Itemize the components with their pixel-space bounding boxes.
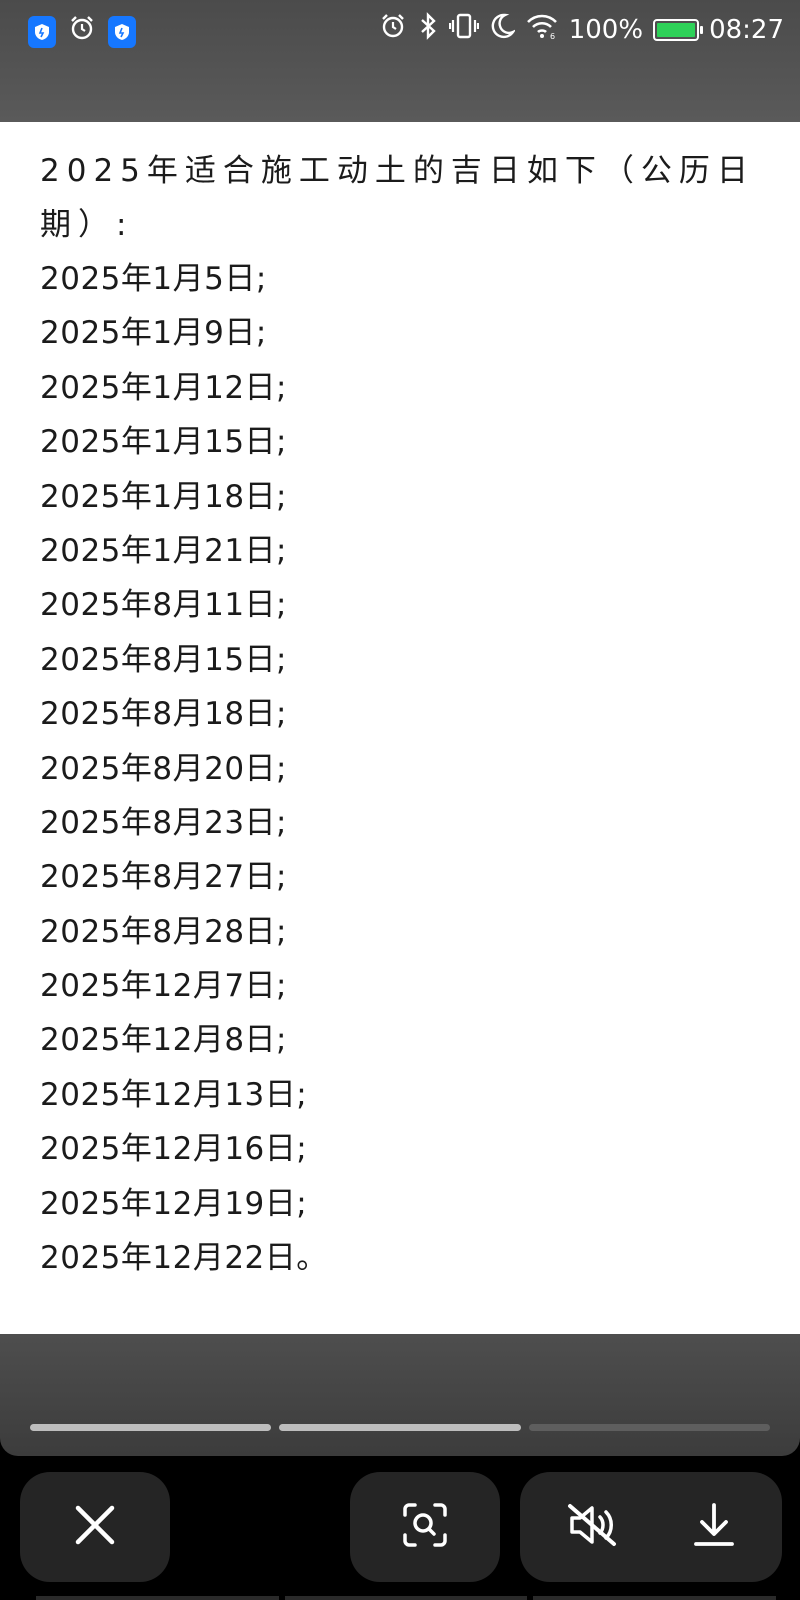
- content-title: 2025年适合施工动土的吉日如下（公历日期）:: [40, 153, 755, 243]
- date-item: 2025年12月22日。: [40, 1240, 328, 1277]
- date-list: 2025年1月5日; 2025年1月9日; 2025年1月12日; 2025年1月15…: [40, 252, 760, 1285]
- close-button[interactable]: [20, 1472, 170, 1582]
- date-item: 2025年8月11日;: [40, 587, 288, 624]
- progress-segment-fill: [30, 1424, 272, 1431]
- date-item: 2025年1月12日;: [40, 369, 288, 406]
- battery-fill: [657, 22, 696, 37]
- date-item: 2025年12月13日;: [40, 1076, 308, 1113]
- bluetooth-icon: [417, 12, 439, 47]
- date-item: 2025年1月5日;: [40, 261, 267, 297]
- date-item: 2025年1月9日;: [40, 315, 267, 352]
- date-item: 2025年12月16日;: [40, 1131, 308, 1168]
- clock: 08:27: [709, 14, 784, 45]
- date-item: 2025年12月8日;: [40, 1022, 288, 1059]
- status-right-icons: 6 100% 08:27: [379, 12, 784, 47]
- date-item: 2025年8月15日;: [40, 641, 288, 678]
- date-item: 2025年8月27日;: [40, 859, 288, 896]
- story-progress: [30, 1424, 770, 1431]
- svg-text:6: 6: [550, 32, 555, 40]
- moon-icon: [489, 12, 517, 47]
- date-item: 2025年8月23日;: [40, 804, 288, 841]
- bottom-toolbar: [0, 1456, 800, 1600]
- shield-app-icon: [28, 15, 56, 48]
- progress-segment: [30, 1424, 272, 1431]
- battery-percent: 100%: [568, 14, 644, 45]
- progress-segment: [528, 1424, 770, 1431]
- status-left-icons: [28, 14, 136, 49]
- content-card: 2025年适合施工动土的吉日如下（公历日期）: 2025年1月5日; 2025年1…: [0, 122, 800, 1334]
- date-item: 2025年8月28日;: [40, 913, 288, 950]
- bottom-overlay: [0, 1334, 800, 1456]
- media-controls: [520, 1472, 782, 1582]
- date-item: 2025年12月7日;: [40, 968, 288, 1005]
- progress-segment-fill: [279, 1424, 521, 1431]
- alarm-icon: [68, 14, 96, 49]
- mute-icon[interactable]: [566, 1502, 622, 1552]
- wifi-icon: 6: [525, 12, 559, 47]
- bottom-divider-lines: [36, 1596, 777, 1600]
- progress-segment: [279, 1424, 521, 1431]
- screen: 6 100% 08:27 2025年适合施工动土的吉日如下（公历日期）: 202…: [0, 0, 800, 1600]
- date-item: 2025年8月20日;: [40, 750, 288, 787]
- alarm-icon: [379, 12, 407, 47]
- vibrate-icon: [448, 12, 479, 47]
- image-search-icon: [402, 1502, 448, 1552]
- date-item: 2025年8月18日;: [40, 696, 288, 733]
- close-icon: [73, 1503, 117, 1551]
- date-item: 2025年12月19日;: [40, 1185, 308, 1222]
- download-icon[interactable]: [692, 1502, 736, 1552]
- date-item: 2025年1月21日;: [40, 532, 288, 569]
- battery-icon: [653, 18, 704, 41]
- shield-app-icon: [108, 15, 136, 48]
- status-bar: 6 100% 08:27: [0, 0, 800, 62]
- date-item: 2025年1月18日;: [40, 478, 288, 515]
- image-search-button[interactable]: [350, 1472, 500, 1582]
- date-item: 2025年1月15日;: [40, 424, 288, 461]
